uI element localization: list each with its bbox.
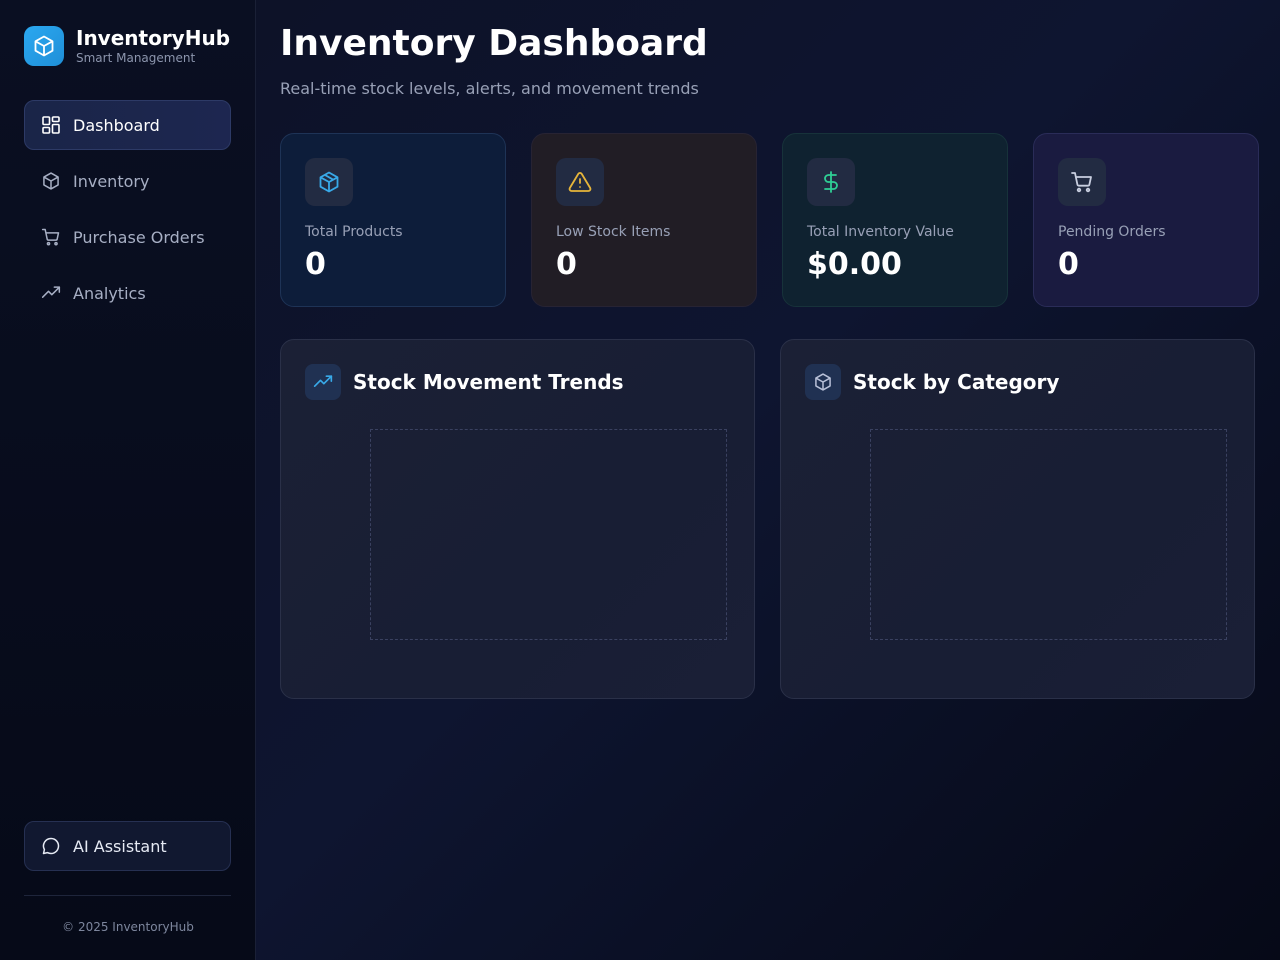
stock-movement-chart-card: Stock Movement Trends (280, 339, 755, 699)
chart-plot-area (870, 429, 1227, 640)
sidebar-item-label: Dashboard (73, 115, 160, 135)
sidebar-nav: Dashboard Inventory Purchase Orders Anal… (24, 100, 231, 318)
sidebar-item-label: Analytics (73, 283, 146, 303)
stat-card-low-stock: Low Stock Items 0 (531, 133, 757, 307)
sidebar: InventoryHub Smart Management Dashboard … (0, 0, 256, 960)
chart-title: Stock by Category (853, 370, 1060, 394)
stat-label: Low Stock Items (556, 224, 671, 240)
chart-title: Stock Movement Trends (353, 370, 624, 394)
cart-icon (41, 227, 61, 247)
sidebar-item-purchase-orders[interactable]: Purchase Orders (24, 212, 231, 262)
stat-card-inventory-value: Total Inventory Value $0.00 (782, 133, 1008, 307)
page-subtitle: Real-time stock levels, alerts, and move… (280, 79, 699, 98)
stat-value: 0 (556, 247, 577, 282)
sidebar-item-label: Purchase Orders (73, 227, 205, 247)
stat-value: 0 (305, 247, 326, 282)
sidebar-item-dashboard[interactable]: Dashboard (24, 100, 231, 150)
brand-name: InventoryHub (76, 26, 231, 50)
box-icon (41, 171, 61, 191)
chart-header: Stock Movement Trends (305, 364, 730, 400)
brand[interactable]: InventoryHub Smart Management (24, 26, 231, 66)
stat-value: $0.00 (807, 247, 902, 282)
stat-label: Total Inventory Value (807, 224, 954, 240)
ai-assistant-label: AI Assistant (73, 836, 167, 856)
box-icon (805, 364, 841, 400)
ai-assistant-button[interactable]: AI Assistant (24, 821, 231, 871)
stat-value: 0 (1058, 247, 1079, 282)
page-title: Inventory Dashboard (280, 23, 708, 64)
chat-bubble-icon (41, 836, 61, 856)
sidebar-item-label: Inventory (73, 171, 150, 191)
charts-row: Stock Movement Trends Stock by Category (280, 339, 1259, 699)
brand-subtitle: Smart Management (76, 51, 196, 65)
stat-label: Total Products (305, 224, 403, 240)
warning-triangle-icon (556, 158, 604, 206)
chart-header: Stock by Category (805, 364, 1230, 400)
trending-up-icon (305, 364, 341, 400)
stat-card-pending-orders: Pending Orders 0 (1033, 133, 1259, 307)
box-icon (24, 26, 64, 66)
stock-by-category-chart-card: Stock by Category (780, 339, 1255, 699)
grid-icon (41, 115, 61, 135)
sidebar-item-inventory[interactable]: Inventory (24, 156, 231, 206)
app-root: InventoryHub Smart Management Dashboard … (0, 0, 1280, 960)
sidebar-item-analytics[interactable]: Analytics (24, 268, 231, 318)
stat-card-total-products: Total Products 0 (280, 133, 506, 307)
stats-row: Total Products 0 Low Stock Items 0 Total… (280, 133, 1259, 307)
chart-plot-area (370, 429, 727, 640)
box-icon (305, 158, 353, 206)
copyright-footer: © 2025 InventoryHub (62, 920, 194, 934)
trending-up-icon (41, 283, 61, 303)
stat-label: Pending Orders (1058, 224, 1166, 240)
dollar-icon (807, 158, 855, 206)
sidebar-divider (24, 895, 231, 896)
main-content: Inventory Dashboard Real-time stock leve… (256, 0, 1280, 960)
cart-icon (1058, 158, 1106, 206)
